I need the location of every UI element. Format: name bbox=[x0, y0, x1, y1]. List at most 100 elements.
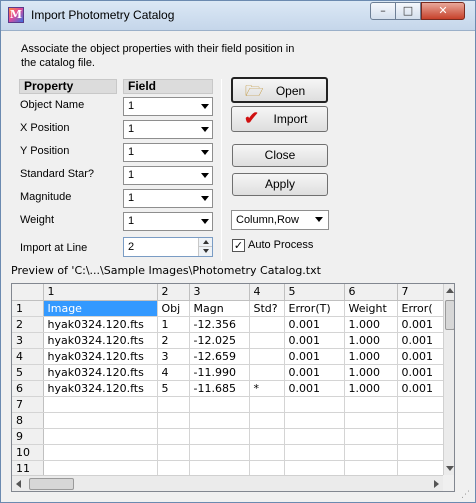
open-button[interactable]: 🗁 Open bbox=[231, 77, 328, 103]
table-cell[interactable] bbox=[157, 412, 190, 429]
table-cell[interactable]: Image bbox=[43, 300, 158, 317]
table-cell[interactable]: -12.356 bbox=[189, 316, 250, 333]
table-cell[interactable]: Std? bbox=[249, 300, 285, 317]
column-header[interactable]: 7 bbox=[397, 284, 444, 301]
table-cell[interactable] bbox=[344, 396, 398, 413]
table-cell[interactable]: 0.001 bbox=[284, 380, 345, 397]
table-cell[interactable] bbox=[284, 396, 345, 413]
table-cell[interactable] bbox=[43, 460, 158, 477]
apply-button[interactable]: Apply bbox=[232, 173, 328, 196]
table-cell[interactable] bbox=[397, 428, 444, 445]
table-cell[interactable] bbox=[189, 444, 250, 461]
table-cell[interactable]: hyak0324.120.fts bbox=[43, 380, 158, 397]
table-cell[interactable] bbox=[249, 348, 285, 365]
table-cell[interactable]: 1.000 bbox=[344, 316, 398, 333]
vertical-scroll-thumb[interactable] bbox=[445, 300, 454, 330]
close-window-button[interactable]: ✕ bbox=[421, 2, 465, 20]
table-cell[interactable] bbox=[43, 428, 158, 445]
minimize-button[interactable]: – bbox=[370, 2, 396, 20]
table-cell[interactable] bbox=[344, 412, 398, 429]
table-cell[interactable] bbox=[397, 396, 444, 413]
table-cell[interactable]: hyak0324.120.fts bbox=[43, 364, 158, 381]
table-cell[interactable] bbox=[249, 332, 285, 349]
table-cell[interactable] bbox=[344, 460, 398, 477]
table-cell[interactable] bbox=[43, 444, 158, 461]
table-cell[interactable]: 0.001 bbox=[397, 380, 444, 397]
table-cell[interactable] bbox=[157, 396, 190, 413]
row-header[interactable]: 1 bbox=[12, 300, 44, 317]
column-header[interactable]: 4 bbox=[249, 284, 285, 301]
table-cell[interactable]: Weight bbox=[344, 300, 398, 317]
column-header[interactable]: 2 bbox=[157, 284, 190, 301]
row-header[interactable]: 7 bbox=[12, 396, 44, 413]
table-cell[interactable] bbox=[344, 428, 398, 445]
horizontal-scrollbar[interactable] bbox=[12, 475, 443, 491]
table-cell[interactable] bbox=[249, 412, 285, 429]
table-cell[interactable] bbox=[344, 444, 398, 461]
table-cell[interactable]: Error( bbox=[397, 300, 444, 317]
scroll-up-icon[interactable] bbox=[446, 288, 454, 293]
auto-process-checkbox[interactable]: ✓ bbox=[232, 239, 245, 252]
table-cell[interactable]: Error(T) bbox=[284, 300, 345, 317]
table-cell[interactable] bbox=[249, 364, 285, 381]
table-cell[interactable] bbox=[157, 460, 190, 477]
table-cell[interactable]: -12.025 bbox=[189, 332, 250, 349]
table-cell[interactable]: -12.659 bbox=[189, 348, 250, 365]
row-header[interactable]: 4 bbox=[12, 348, 44, 365]
table-cell[interactable] bbox=[284, 428, 345, 445]
standard-star-field-select[interactable]: 1 bbox=[123, 166, 213, 185]
table-cell[interactable] bbox=[284, 444, 345, 461]
import-at-line-spinner[interactable]: 2 bbox=[123, 237, 213, 257]
table-cell[interactable] bbox=[249, 460, 285, 477]
table-cell[interactable] bbox=[157, 428, 190, 445]
table-cell[interactable]: 0.001 bbox=[397, 332, 444, 349]
scroll-left-icon[interactable] bbox=[16, 480, 21, 488]
table-cell[interactable]: hyak0324.120.fts bbox=[43, 316, 158, 333]
y-position-field-select[interactable]: 1 bbox=[123, 143, 213, 162]
table-cell[interactable]: 4 bbox=[157, 364, 190, 381]
table-cell[interactable]: 1.000 bbox=[344, 380, 398, 397]
table-cell[interactable] bbox=[189, 428, 250, 445]
magnitude-field-select[interactable]: 1 bbox=[123, 189, 213, 208]
import-button[interactable]: ✔ Import bbox=[231, 106, 328, 132]
table-cell[interactable] bbox=[284, 460, 345, 477]
close-button[interactable]: Close bbox=[232, 144, 328, 167]
row-header[interactable]: 9 bbox=[12, 428, 44, 445]
table-cell[interactable]: 3 bbox=[157, 348, 190, 365]
table-cell[interactable]: -11.685 bbox=[189, 380, 250, 397]
table-cell[interactable] bbox=[249, 396, 285, 413]
column-header[interactable] bbox=[12, 284, 44, 301]
table-cell[interactable] bbox=[249, 444, 285, 461]
resize-grip-icon[interactable]: ⋰ bbox=[461, 489, 473, 501]
row-header[interactable]: 5 bbox=[12, 364, 44, 381]
row-header[interactable]: 11 bbox=[12, 460, 44, 477]
table-cell[interactable]: 0.001 bbox=[397, 364, 444, 381]
table-cell[interactable]: hyak0324.120.fts bbox=[43, 332, 158, 349]
table-cell[interactable] bbox=[397, 444, 444, 461]
table-cell[interactable] bbox=[189, 396, 250, 413]
table-cell[interactable]: -11.990 bbox=[189, 364, 250, 381]
row-header[interactable]: 3 bbox=[12, 332, 44, 349]
table-cell[interactable]: 1.000 bbox=[344, 364, 398, 381]
table-cell[interactable]: 0.001 bbox=[284, 364, 345, 381]
table-cell[interactable]: Obj bbox=[157, 300, 190, 317]
scroll-right-icon[interactable] bbox=[434, 480, 439, 488]
table-cell[interactable]: 1.000 bbox=[344, 332, 398, 349]
row-header[interactable]: 6 bbox=[12, 380, 44, 397]
table-cell[interactable]: Magn bbox=[189, 300, 250, 317]
column-header[interactable]: 3 bbox=[189, 284, 250, 301]
table-cell[interactable]: 5 bbox=[157, 380, 190, 397]
row-header[interactable]: 2 bbox=[12, 316, 44, 333]
weight-field-select[interactable]: 1 bbox=[123, 212, 213, 231]
table-cell[interactable]: 0.001 bbox=[284, 348, 345, 365]
table-cell[interactable]: 0.001 bbox=[284, 316, 345, 333]
spin-down-icon[interactable] bbox=[198, 247, 212, 256]
row-header[interactable]: 8 bbox=[12, 412, 44, 429]
spin-up-icon[interactable] bbox=[198, 238, 212, 247]
table-cell[interactable]: 1 bbox=[157, 316, 190, 333]
table-cell[interactable] bbox=[189, 412, 250, 429]
table-cell[interactable]: 0.001 bbox=[397, 348, 444, 365]
table-cell[interactable]: 0.001 bbox=[397, 316, 444, 333]
column-header[interactable]: 5 bbox=[284, 284, 345, 301]
row-header[interactable]: 10 bbox=[12, 444, 44, 461]
